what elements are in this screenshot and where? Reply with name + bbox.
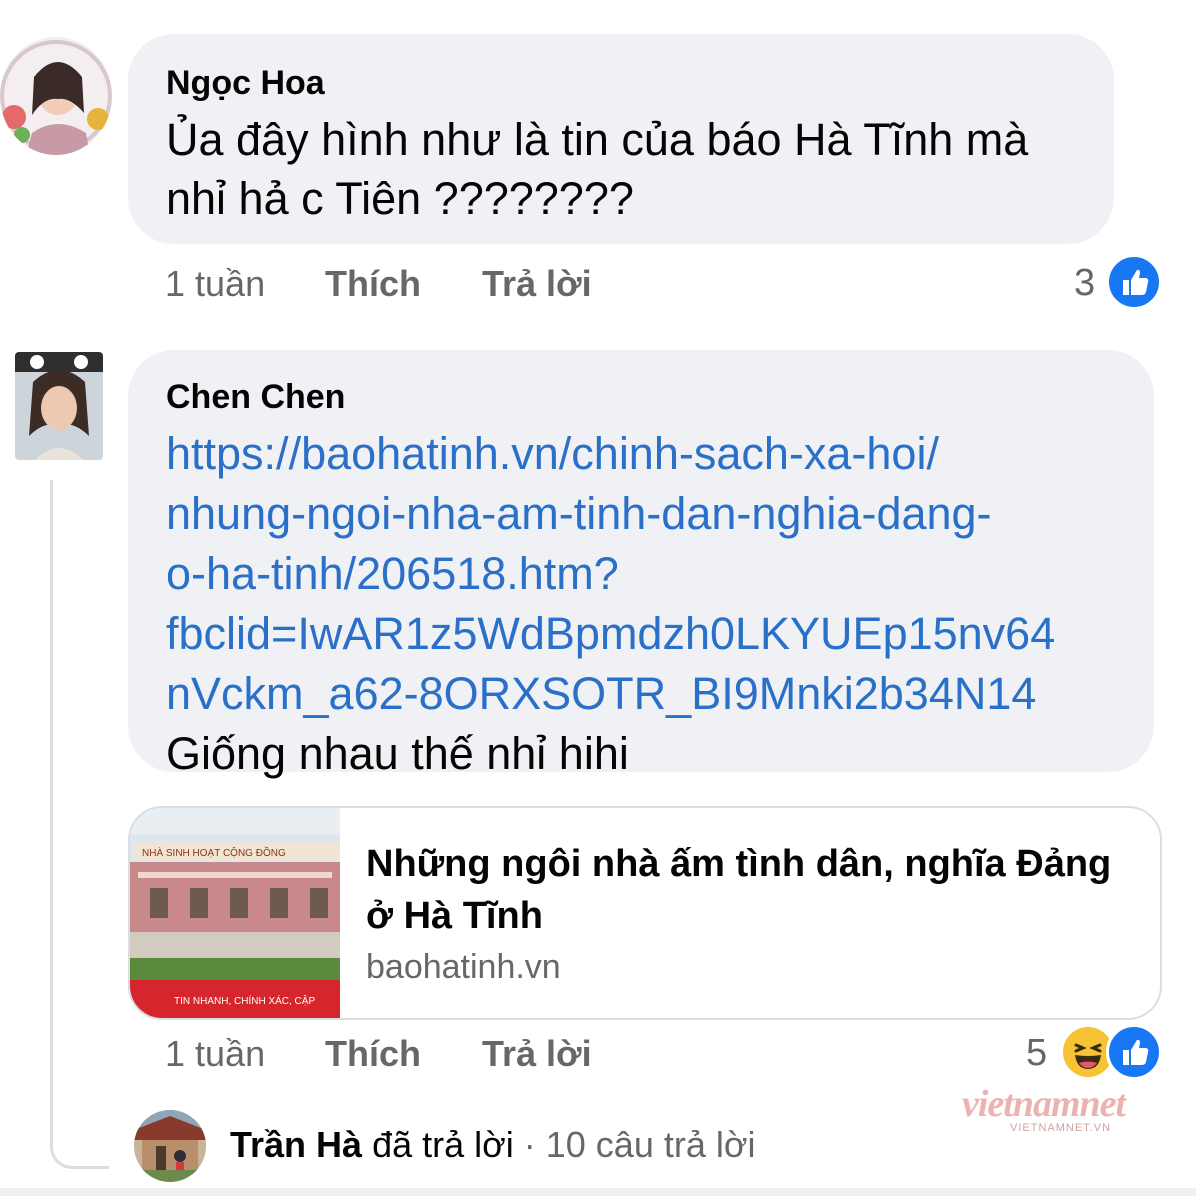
like-label: Thích: [325, 263, 421, 304]
thumbs-up-icon: [1123, 269, 1149, 295]
link-preview-card[interactable]: NHÀ SINH HOẠT CỘNG ĐỒNG TIN NHANH, CHÍNH…: [128, 806, 1162, 1020]
reply-button[interactable]: Trả lời: [482, 263, 592, 305]
comment-bubble-1: Ngọc Hoa Ủa đây hình như là tin của báo …: [128, 34, 1114, 244]
avatar-image: [0, 37, 112, 155]
bottom-divider: [0, 1188, 1196, 1196]
image-footer-text: TIN NHANH, CHÍNH XÁC, CẬP: [174, 994, 315, 1007]
comment-link-line-4[interactable]: fbclid=IwAR1z5WdBpmdzh0LKYUEp15nv64: [166, 604, 1055, 664]
avatar-tran-ha[interactable]: [134, 1110, 206, 1182]
comment-author[interactable]: Chen Chen: [166, 378, 345, 417]
link-preview-domain: baohatinh.vn: [366, 948, 561, 986]
reaction-count[interactable]: 5: [1026, 1032, 1047, 1075]
comment-time[interactable]: 1 tuần: [165, 263, 265, 305]
comment-link-line-3[interactable]: o-ha-tinh/206518.htm?: [166, 544, 619, 604]
link-preview-image: NHÀ SINH HOẠT CỘNG ĐỒNG TIN NHANH, CHÍNH…: [130, 808, 340, 1018]
link-preview-title: Những ngôi nhà ấm tình dân, nghĩa Đảng ở…: [366, 843, 1112, 937]
comment-thread: Ngọc Hoa Ủa đây hình như là tin của báo …: [0, 0, 1196, 1196]
comment-bubble-2: Chen Chen https://baohatinh.vn/chinh-sac…: [128, 350, 1154, 779]
avatar-chen-chen[interactable]: [15, 352, 103, 460]
comment-text: Giống nhau thế nhỉ hihi: [166, 728, 629, 779]
avatar-ngoc-hoa[interactable]: [0, 37, 112, 155]
comment-text: Ủa đây hình như là tin của báo Hà Tĩnh m…: [166, 114, 1029, 224]
reply-action: đã trả lời: [372, 1124, 514, 1165]
vietnamnet-watermark: vietnamnet: [962, 1083, 1126, 1125]
avatar-image: [134, 1110, 206, 1182]
view-replies-link[interactable]: Trần Hà đã trả lời · 10 câu trả lời: [230, 1124, 755, 1166]
avatar-image: [15, 352, 103, 460]
like-label: Thích: [325, 1033, 421, 1074]
watermark-domain: VIETNAMNET.VN: [1010, 1122, 1112, 1134]
like-icon[interactable]: [1106, 1024, 1162, 1080]
reaction-count[interactable]: 3: [1074, 262, 1095, 305]
reply-label: Trả lời: [482, 263, 592, 304]
like-button[interactable]: Thích: [325, 263, 421, 305]
comment-time[interactable]: 1 tuần: [165, 1033, 265, 1075]
reply-count: 10 câu trả lời: [545, 1124, 756, 1165]
thumbs-up-icon: [1123, 1039, 1149, 1065]
like-icon[interactable]: [1106, 254, 1162, 310]
comment-author[interactable]: Ngọc Hoa: [166, 64, 325, 103]
thread-connector: [50, 480, 109, 1169]
reply-label: Trả lời: [482, 1033, 592, 1074]
reply-button[interactable]: Trả lời: [482, 1033, 592, 1075]
like-button[interactable]: Thích: [325, 1033, 421, 1075]
comment-link-line-5[interactable]: nVckm_a62-8ORXSOTR_BI9Mnki2b34N14: [166, 664, 1036, 724]
reply-separator: ·: [523, 1124, 536, 1165]
image-banner-text: NHÀ SINH HOẠT CỘNG ĐỒNG: [142, 846, 286, 859]
comment-link-line-1[interactable]: https://baohatinh.vn/chinh-sach-xa-hoi/: [166, 424, 939, 484]
reply-author: Trần Hà: [230, 1124, 363, 1165]
comment-link-line-2[interactable]: nhung-ngoi-nha-am-tinh-dan-nghia-dang-: [166, 484, 992, 544]
